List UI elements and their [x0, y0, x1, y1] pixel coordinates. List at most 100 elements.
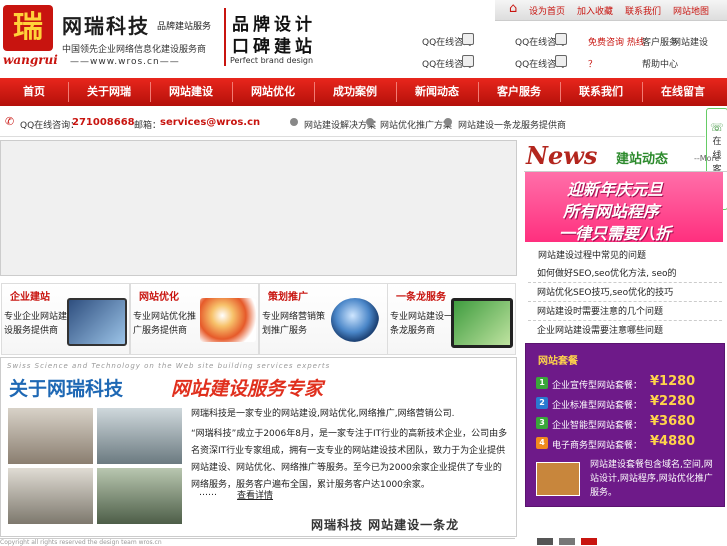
contact-link-seo[interactable]: 网站优化推广方案: [380, 118, 452, 131]
package-thumbnail[interactable]: [536, 462, 580, 496]
nav-news[interactable]: 新闻动态: [396, 78, 478, 106]
news-item[interactable]: 如何做好SEO,seo优化方法, seo的: [537, 266, 677, 279]
package-description: 网站建设套餐包含域名,空间,网站设计,网站程序,网站优化推广服务。: [590, 460, 713, 498]
package-name[interactable]: 企业标准型网站套餐：: [552, 398, 642, 411]
nav-about[interactable]: 关于网瑞: [68, 78, 150, 106]
nav-service[interactable]: 客户服务: [478, 78, 560, 106]
slogan-line-2: 口碑建站: [232, 37, 316, 57]
news-title: 建站动态: [616, 152, 669, 167]
qq-number[interactable]: 271008668: [72, 117, 135, 128]
package-number-badge: 2: [536, 397, 548, 409]
news-more-link[interactable]: --More: [694, 154, 720, 163]
home-icon[interactable]: ⌂: [509, 2, 523, 16]
brand-name: 网瑞科技: [62, 14, 150, 38]
toplink-contact[interactable]: 联系我们: [625, 4, 661, 17]
bullet-icon: [444, 118, 452, 126]
about-title: 关于网瑞科技: [9, 378, 124, 400]
logo-subtitle: wangrui: [3, 53, 58, 67]
service-card-onestop[interactable]: 一条龙服务 专业网站建设一条龙服务商: [387, 283, 516, 355]
qq-icon[interactable]: [462, 33, 474, 45]
logo-icon[interactable]: 瑞: [3, 5, 53, 51]
service-card-seo[interactable]: 网站优化 专业网站优化推广服务提供商: [130, 283, 259, 355]
package-name[interactable]: 企业智能型网站套餐：: [552, 418, 642, 431]
bullet-icon: [290, 118, 298, 126]
slogan-english: Perfect brand design: [230, 56, 314, 65]
about-more-link[interactable]: 查看详情: [237, 488, 273, 501]
package-number-badge: 1: [536, 377, 548, 389]
toplink-favorite[interactable]: 加入收藏: [577, 4, 613, 17]
news-item[interactable]: 企业网站建设需要注意哪些问题: [537, 323, 663, 336]
qq-label: QQ在线咨询：: [20, 121, 80, 131]
news-divider: [528, 320, 722, 322]
monitor-image: [451, 298, 513, 348]
bottom-tab[interactable]: [537, 538, 553, 545]
package-price: ¥4880: [650, 434, 696, 449]
service-title: 企业建站: [10, 292, 50, 303]
free-consult-link[interactable]: 免费咨询 热线: [588, 35, 645, 48]
about-slogan: 网瑞科技 网站建设一条龙: [311, 518, 460, 532]
mail-address[interactable]: services@wros.cn: [160, 117, 260, 128]
package-price: ¥3680: [650, 414, 696, 429]
packages-panel: 网站套餐 1 企业宣传型网站套餐： ¥1280 2 企业标准型网站套餐： ¥22…: [525, 343, 725, 507]
office-photo: [8, 408, 93, 464]
service-card-promo[interactable]: 策划推广 专业网络营销策划推广服务: [259, 283, 388, 355]
about-intro: 网瑞科技是一家专业的网站建设,网站优化,网络推广,网络营销公司.: [191, 409, 455, 419]
toplink-set-home[interactable]: 设为首页: [529, 4, 565, 17]
header-logo-block: 瑞 wangrui 网瑞科技 品牌建站服务 中国领先企业网络信息化建设服务商 —…: [0, 0, 333, 76]
header-divider: [224, 8, 226, 66]
contact-link-onestop[interactable]: 网站建设一条龙服务提供商: [458, 118, 566, 131]
nav-message[interactable]: 在线留言: [642, 78, 724, 106]
promo-line-1: 迎新年庆元旦: [567, 180, 664, 199]
nav-contact[interactable]: 联系我们: [560, 78, 642, 106]
phone-icon: ✆: [5, 115, 15, 128]
news-item[interactable]: 网站优化SEO技巧,seo优化的技巧: [537, 285, 673, 298]
contact-bar: ✆ QQ在线咨询： 271008668 邮箱： services@wros.cn…: [0, 110, 705, 137]
package-number-badge: 4: [536, 437, 548, 449]
right-bottom-tabs: [525, 538, 723, 545]
nav-home[interactable]: 首页: [0, 78, 74, 106]
globe-image: [331, 298, 379, 342]
hotline-link[interactable]: ？: [588, 57, 597, 70]
service-text: 专业网络营销策划推广服务: [262, 312, 326, 336]
about-english-caption: Swiss Science and Technology on the Web …: [7, 362, 331, 370]
promo-line-2: 所有网站程序: [563, 202, 660, 221]
news-word: News: [526, 141, 598, 170]
bottom-tab[interactable]: [559, 538, 575, 545]
qq-icon[interactable]: [555, 33, 567, 45]
toplink-sitemap[interactable]: 网站地图: [673, 4, 709, 17]
team-photo: [97, 468, 182, 524]
about-section: Swiss Science and Technology on the Web …: [0, 357, 517, 537]
bottom-tab[interactable]: [581, 538, 597, 545]
chess-image: [200, 298, 256, 342]
mail-label: 邮箱：: [134, 121, 162, 131]
nav-seo[interactable]: 网站优化: [232, 78, 314, 106]
office-photo: [97, 408, 182, 464]
qq-icon[interactable]: [462, 55, 474, 67]
link-help-center[interactable]: 帮助中心: [642, 57, 678, 70]
bullet-icon: [366, 118, 374, 126]
news-divider: [528, 282, 722, 284]
brand-tagline: 品牌建站服务: [157, 22, 212, 32]
office-photo: [8, 468, 93, 524]
promo-banner[interactable]: 迎新年庆元旦 所有网站程序 一律只需要八折: [525, 172, 723, 243]
link-website-build[interactable]: 网站建设: [672, 35, 708, 48]
about-body: “网瑞科技”成立于2006年8月，是一家专注于IT行业的高新技术企业，公司由多名…: [191, 429, 508, 490]
brand-description: 中国领先企业网络信息化建设服务商: [62, 45, 207, 55]
package-name[interactable]: 电子商务型网站套餐：: [552, 438, 642, 451]
news-list-title[interactable]: 网站建设过程中常见的问题: [538, 248, 646, 261]
laptop-image: [67, 298, 127, 346]
service-text: 专业企业网站建设服务提供商: [4, 312, 68, 336]
qq-icon[interactable]: [555, 55, 567, 67]
news-divider: [528, 301, 722, 303]
news-header: News 建站动态 --More: [524, 141, 727, 172]
nav-cases[interactable]: 成功案例: [314, 78, 396, 106]
package-name[interactable]: 企业宣传型网站套餐：: [552, 378, 642, 391]
service-title: 策划推广: [268, 292, 308, 303]
service-card-build[interactable]: 企业建站 专业企业网站建设服务提供商: [1, 283, 130, 355]
package-number-badge: 3: [536, 417, 548, 429]
about-subtitle: 网站建设服务专家: [171, 378, 324, 400]
package-price: ¥2280: [650, 394, 696, 409]
nav-website-build[interactable]: 网站建设: [150, 78, 232, 106]
main-nav: 首页 关于网瑞 网站建设 网站优化 成功案例 新闻动态 客户服务 联系我们 在线…: [0, 78, 727, 106]
news-item[interactable]: 网站建设时需要注意的几个问题: [537, 304, 663, 317]
